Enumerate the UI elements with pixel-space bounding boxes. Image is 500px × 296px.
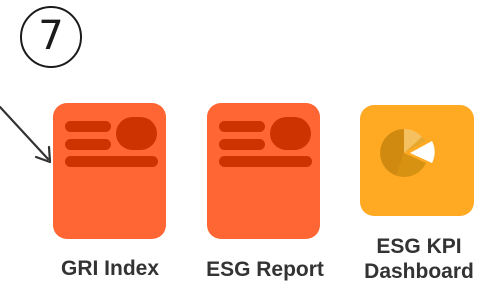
gri-index-tile[interactable] — [53, 103, 166, 239]
arrow-icon — [0, 105, 52, 164]
gri-index-label: GRI Index — [60, 257, 160, 280]
document-layout-icon — [219, 117, 312, 167]
esg-kpi-dashboard-tile[interactable] — [360, 105, 474, 216]
esg-kpi-dashboard-label: ESG KPI Dashboard — [344, 234, 494, 284]
pie-chart-icon — [380, 128, 435, 178]
document-layout-icon — [65, 117, 158, 167]
step-number-badge: 7 — [20, 6, 82, 68]
esg-report-tile[interactable] — [207, 103, 320, 239]
esg-kpi-label-line2: Dashboard — [364, 260, 474, 283]
step-number: 7 — [38, 13, 64, 59]
esg-kpi-label-line1: ESG KPI — [376, 235, 462, 258]
esg-report-label: ESG Report — [206, 258, 324, 281]
